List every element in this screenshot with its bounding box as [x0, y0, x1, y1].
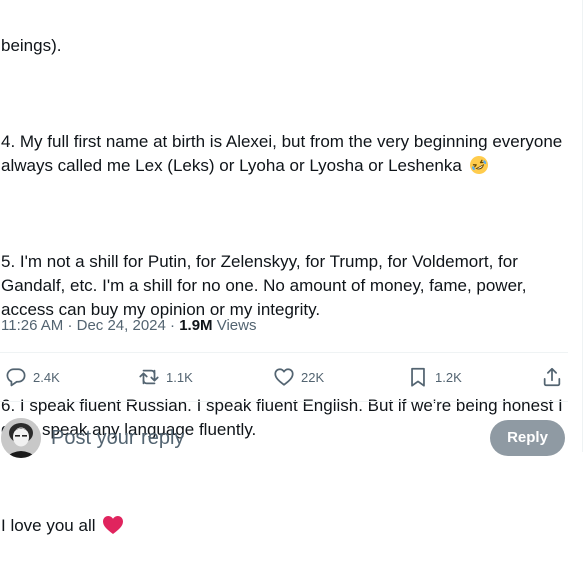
tweet-paragraph-3-tail: beings).	[1, 36, 62, 55]
reply-action-button[interactable]: 2.4K	[5, 364, 60, 390]
reply-composer-input[interactable]	[51, 425, 471, 451]
repost-icon	[139, 369, 159, 385]
tweet-time: 11:26 AM	[1, 317, 64, 334]
like-action-button[interactable]: 22K	[273, 364, 324, 390]
like-count: 22K	[301, 369, 325, 385]
tweet-paragraph-4: 4. My full first name at birth is Alexei…	[1, 130, 573, 178]
bookmark-action-button[interactable]: 1.2K	[407, 364, 462, 390]
tweet-paragraph-5: 5. I'm not a shill for Putin, for Zelens…	[1, 252, 532, 319]
rolling-on-floor-laughing-emoji-icon	[469, 156, 488, 174]
divider-below-actions	[0, 401, 568, 402]
reply-icon	[6, 368, 26, 387]
timeline-right-border	[582, 0, 583, 452]
repost-action-button[interactable]: 1.1K	[138, 364, 193, 390]
repost-count: 1.1K	[166, 369, 193, 385]
reply-submit-button[interactable]: Reply	[490, 420, 565, 456]
tweet-text: beings). 4. My full first name at birth …	[1, 0, 573, 586]
tweet-date: Dec 24, 2024	[76, 317, 166, 334]
meta-separator: ·	[67, 317, 73, 334]
divider-above-actions	[0, 352, 568, 353]
red-heart-emoji-icon	[103, 516, 124, 534]
views-label: Views	[216, 317, 257, 334]
reply-count: 2.4K	[33, 369, 60, 385]
tweet-closing-line: I love you all	[1, 514, 573, 538]
share-action-button[interactable]	[541, 364, 563, 390]
share-icon	[543, 367, 561, 387]
bookmark-icon	[411, 367, 425, 387]
user-avatar[interactable]	[1, 418, 41, 458]
tweet-closing-text: I love you all	[1, 516, 96, 535]
tweet-timestamp-link[interactable]: 11:26 AM · Dec 24, 2024	[1, 317, 166, 334]
meta-separator: ·	[170, 317, 176, 334]
avatar-photo-icon	[1, 418, 41, 458]
tweet-meta: 11:26 AM · Dec 24, 2024 · 1.9M Views	[1, 316, 256, 336]
bookmark-count: 1.2K	[435, 369, 462, 385]
heart-icon	[274, 368, 294, 386]
views-count: 1.9M	[179, 317, 213, 334]
views-link[interactable]: 1.9M Views	[179, 317, 256, 334]
